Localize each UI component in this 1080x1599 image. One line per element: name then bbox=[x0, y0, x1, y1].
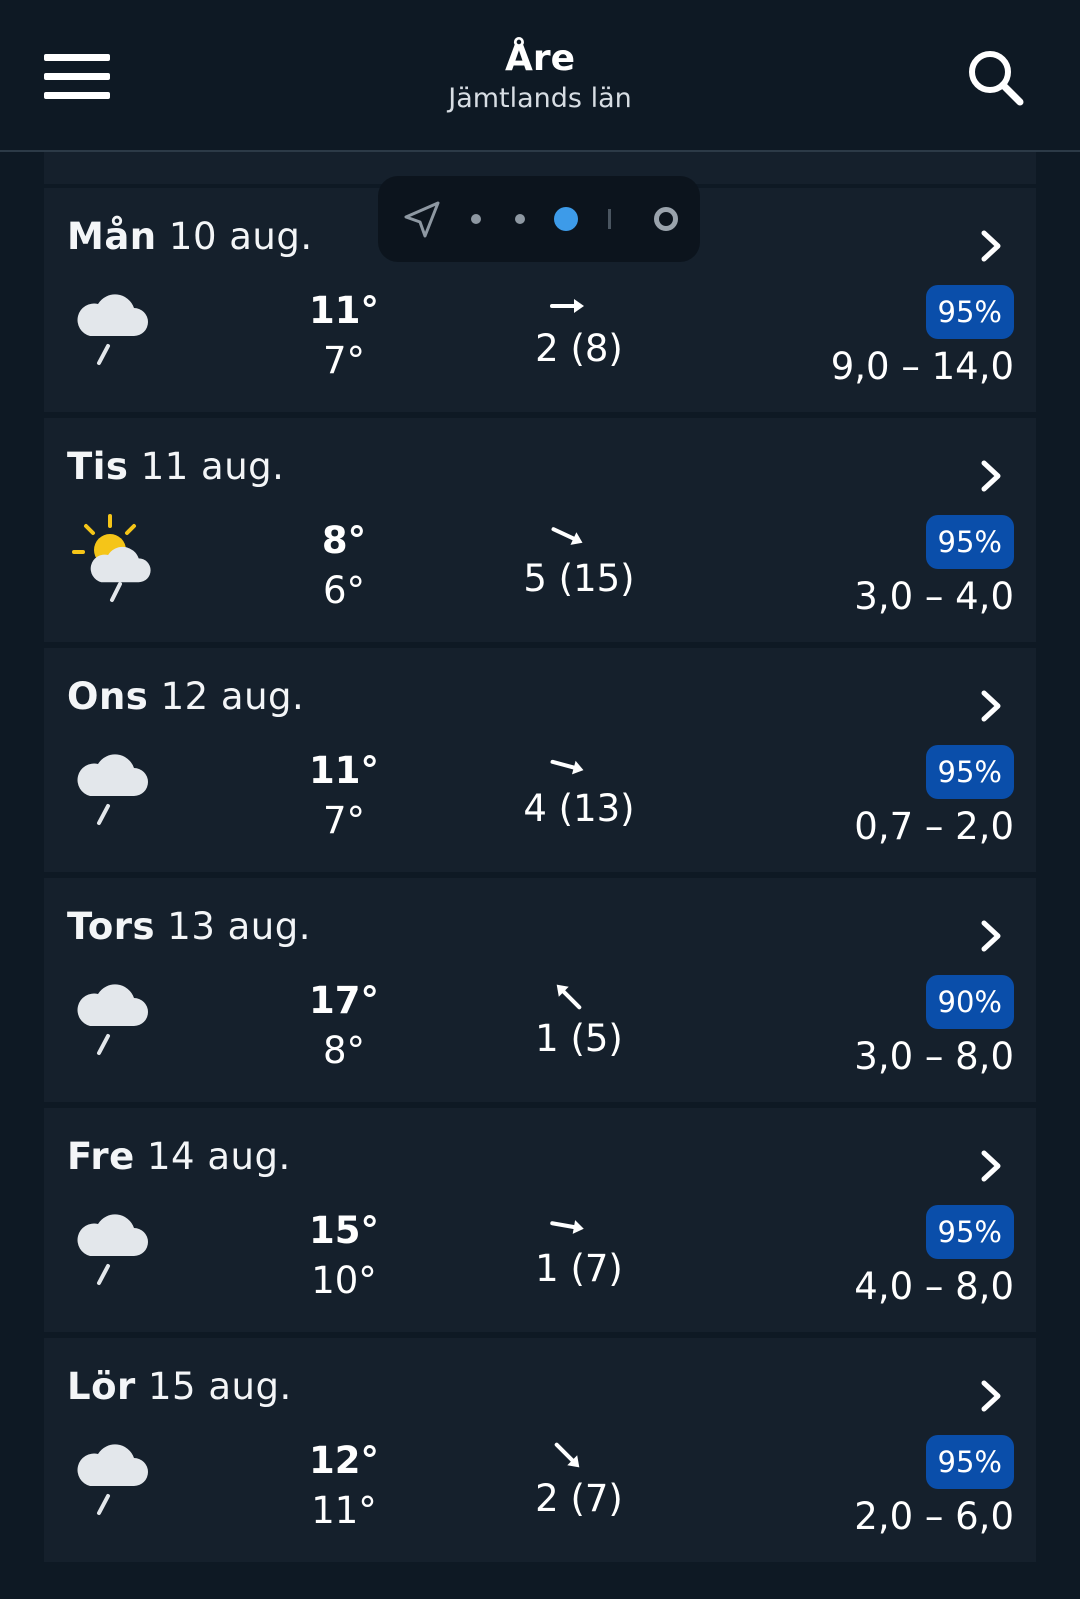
add-location-ring-icon[interactable] bbox=[654, 207, 678, 231]
chevron-right-icon[interactable] bbox=[976, 458, 1006, 494]
weekday: Tors bbox=[67, 905, 156, 948]
wind-direction-arrow-icon bbox=[551, 527, 583, 545]
hamburger-menu-icon bbox=[44, 54, 110, 61]
weekday: Mån bbox=[67, 215, 157, 258]
date: 14 aug. bbox=[147, 1135, 291, 1178]
max-temperature: 12° bbox=[309, 1439, 379, 1482]
max-temperature: 11° bbox=[309, 749, 379, 792]
location-arrow-icon[interactable] bbox=[400, 198, 444, 242]
weekday: Tis bbox=[67, 445, 129, 488]
hamburger-menu-icon-line bbox=[44, 73, 110, 80]
chevron-right-icon[interactable] bbox=[976, 688, 1006, 724]
day-forecast-card[interactable]: Ons 12 aug. 11° 7° 4 (13) 95% 0,7 – 2,0 bbox=[44, 648, 1036, 872]
top-app-bar: Åre Jämtlands län bbox=[0, 0, 1080, 152]
wind-speed: 2 (7) bbox=[535, 1477, 623, 1520]
menu-button[interactable] bbox=[32, 40, 122, 112]
city-name: Åre bbox=[504, 38, 576, 79]
precipitation-amount: 0,7 – 2,0 bbox=[854, 805, 1014, 848]
weekday: Ons bbox=[67, 675, 149, 718]
rain-cloud-icon bbox=[72, 974, 152, 1064]
date: 12 aug. bbox=[160, 675, 305, 718]
page-dot[interactable] bbox=[471, 214, 481, 224]
day-date-label: Tis 11 aug. bbox=[67, 444, 284, 490]
precipitation-probability-badge: 95% bbox=[925, 1205, 1014, 1259]
precipitation-probability-badge: 90% bbox=[925, 975, 1014, 1029]
wind-speed: 2 (8) bbox=[535, 327, 623, 370]
precipitation-probability-badge: 95% bbox=[925, 745, 1014, 799]
wind-speed: 1 (7) bbox=[535, 1247, 623, 1290]
search-icon bbox=[969, 51, 1024, 106]
date: 15 aug. bbox=[148, 1365, 292, 1408]
wind-direction-arrow-icon bbox=[556, 984, 582, 1010]
rain-cloud-icon bbox=[72, 744, 152, 834]
max-temperature: 8° bbox=[321, 519, 367, 562]
search-button[interactable] bbox=[964, 46, 1028, 110]
location-pager bbox=[378, 176, 700, 262]
date: 11 aug. bbox=[140, 445, 285, 488]
min-temperature: 7° bbox=[322, 799, 366, 842]
precipitation-probability-badge: 95% bbox=[925, 515, 1014, 569]
day-date-label: Ons 12 aug. bbox=[67, 674, 304, 720]
location-title: Åre Jämtlands län bbox=[240, 36, 840, 116]
min-temperature: 10° bbox=[311, 1259, 377, 1302]
min-temperature: 7° bbox=[322, 339, 366, 382]
date: 13 aug. bbox=[167, 905, 311, 948]
day-forecast-card[interactable]: Fre 14 aug. 15° 10° 1 (7) 95% 4,0 – 8,0 bbox=[44, 1108, 1036, 1332]
day-date-label: Lör 15 aug. bbox=[67, 1364, 292, 1410]
max-temperature: 17° bbox=[309, 979, 379, 1022]
region-name: Jämtlands län bbox=[448, 83, 632, 114]
chevron-right-icon[interactable] bbox=[976, 228, 1006, 264]
precipitation-amount: 2,0 – 6,0 bbox=[854, 1495, 1014, 1538]
wind-direction-arrow-icon bbox=[550, 759, 584, 775]
wind-speed: 5 (15) bbox=[523, 557, 635, 600]
max-temperature: 15° bbox=[309, 1209, 379, 1252]
max-temperature: 11° bbox=[309, 289, 379, 332]
sun-cloud-rain-icon bbox=[72, 514, 152, 604]
precipitation-amount: 3,0 – 8,0 bbox=[854, 1035, 1014, 1078]
wind-speed: 4 (13) bbox=[523, 787, 635, 830]
page-dot[interactable] bbox=[515, 214, 525, 224]
date: 10 aug. bbox=[168, 215, 313, 258]
day-forecast-card[interactable]: Tis 11 aug. 8° 6° 5 (15) 95% 3,0 – 4,0 bbox=[44, 418, 1036, 642]
day-date-label: Mån 10 aug. bbox=[67, 214, 313, 260]
day-date-label: Tors 13 aug. bbox=[67, 904, 311, 950]
chevron-right-icon[interactable] bbox=[976, 1148, 1006, 1184]
min-temperature: 6° bbox=[322, 569, 366, 612]
wind-direction-arrow-icon bbox=[550, 299, 584, 313]
rain-cloud-icon bbox=[72, 1434, 152, 1524]
chevron-right-icon[interactable] bbox=[976, 918, 1006, 954]
rain-cloud-icon bbox=[72, 1204, 152, 1294]
pager-divider bbox=[608, 209, 611, 229]
min-temperature: 11° bbox=[311, 1489, 377, 1532]
precipitation-amount: 4,0 – 8,0 bbox=[854, 1265, 1014, 1308]
hamburger-menu-icon-line bbox=[44, 92, 110, 99]
precipitation-amount: 9,0 – 14,0 bbox=[830, 345, 1014, 388]
rain-cloud-icon bbox=[72, 284, 152, 374]
wind-direction-arrow-icon bbox=[554, 1442, 580, 1468]
page-dot-active[interactable] bbox=[554, 207, 578, 231]
wind-direction-arrow-icon bbox=[550, 1220, 584, 1234]
precipitation-probability-badge: 95% bbox=[925, 1435, 1014, 1489]
chevron-right-icon[interactable] bbox=[976, 1378, 1006, 1414]
weekday: Lör bbox=[67, 1365, 136, 1408]
day-forecast-card[interactable]: Tors 13 aug. 17° 8° 1 (5) 90% 3,0 – 8,0 bbox=[44, 878, 1036, 1102]
day-forecast-card[interactable]: Lör 15 aug. 12° 11° 2 (7) 95% 2,0 – 6,0 bbox=[44, 1338, 1036, 1562]
precipitation-probability-badge: 95% bbox=[925, 285, 1014, 339]
min-temperature: 8° bbox=[322, 1029, 366, 1072]
precipitation-amount: 3,0 – 4,0 bbox=[854, 575, 1014, 618]
day-date-label: Fre 14 aug. bbox=[67, 1134, 291, 1180]
weekday: Fre bbox=[67, 1135, 135, 1178]
wind-speed: 1 (5) bbox=[535, 1017, 623, 1060]
